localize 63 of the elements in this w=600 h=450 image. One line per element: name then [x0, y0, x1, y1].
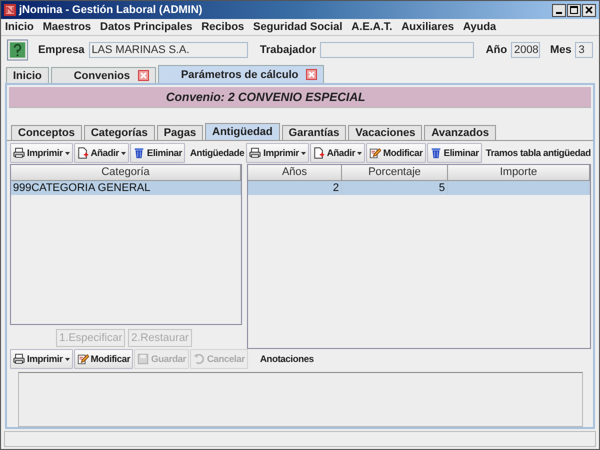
trash-icon — [430, 147, 442, 160]
column-header[interactable]: Categoría — [11, 164, 241, 181]
tab[interactable]: Categorías — [84, 125, 155, 140]
field-label: Trabajador — [260, 44, 316, 56]
tab[interactable]: Avanzados — [424, 125, 496, 140]
field-label: Año — [486, 44, 508, 56]
field-label: Empresa — [38, 44, 85, 56]
company-field[interactable]: LAS MARINAS S.A. — [88, 42, 248, 58]
menu-item[interactable]: A.E.A.T. — [351, 21, 392, 33]
trash-icon — [132, 147, 145, 160]
window-title: jNomina - Gestión Laboral (ADMIN) — [19, 4, 202, 16]
add-button[interactable]: Añadir — [310, 143, 366, 164]
year-field[interactable]: 2008 — [511, 42, 540, 58]
notes-field[interactable] — [18, 372, 583, 428]
app-icon — [4, 4, 16, 16]
print-button[interactable]: Imprimir — [10, 143, 73, 164]
edit-button[interactable]: Modificar — [366, 143, 426, 164]
tab[interactable]: Conceptos — [11, 125, 82, 140]
undo-arrow-icon — [193, 353, 205, 366]
table-cell: 2 — [248, 180, 342, 195]
menu-item[interactable]: Maestros — [42, 21, 92, 33]
menu-item[interactable]: Inicio — [5, 21, 34, 33]
printer-icon — [249, 147, 262, 160]
field-label: Mes — [550, 44, 572, 56]
section-label: Tramos tabla antigüedad — [486, 148, 591, 159]
minimize-icon[interactable] — [552, 4, 566, 16]
agreement-title: Convenio: 2 CONVENIO ESPECIAL — [166, 90, 366, 104]
month-field[interactable]: 3 — [575, 42, 593, 58]
pencil-icon — [76, 353, 89, 366]
menu-item[interactable]: Datos Principales — [100, 21, 192, 33]
table-cell: 999CATEGORIA GENERAL — [11, 180, 241, 195]
tab[interactable]: Antigüedad — [205, 123, 280, 140]
menu-item[interactable]: Recibos — [201, 21, 244, 33]
table-cell: 5 — [342, 180, 448, 195]
document-tab[interactable]: Parámetros de cálculo — [158, 65, 324, 83]
maximize-icon[interactable] — [567, 4, 581, 16]
document-tab[interactable]: Inicio — [6, 67, 49, 83]
delete-button[interactable]: Eliminar — [130, 143, 185, 164]
new-document-icon — [76, 147, 89, 160]
printer-icon — [13, 353, 25, 366]
menu-item[interactable]: Seguridad Social — [253, 21, 342, 33]
tab[interactable]: Vacaciones — [348, 125, 422, 140]
section-label: Anotaciones — [260, 354, 314, 365]
menu-item[interactable]: Ayuda — [462, 21, 496, 33]
tab[interactable]: Garantías — [282, 125, 346, 140]
new-document-icon — [312, 147, 325, 160]
edit-button[interactable]: Modificar — [74, 349, 134, 370]
column-header[interactable]: Porcentaje — [342, 164, 448, 181]
tab[interactable]: Pagas — [156, 125, 204, 140]
print-button[interactable]: Imprimir — [10, 349, 73, 370]
print-button[interactable]: Imprimir — [246, 143, 309, 164]
menu-item[interactable]: Auxiliares — [401, 21, 454, 33]
column-header[interactable]: Importe — [448, 164, 590, 181]
printer-icon — [13, 147, 25, 160]
document-tab[interactable]: Convenios — [50, 67, 156, 83]
column-header[interactable]: Años — [248, 164, 342, 181]
worker-field[interactable] — [320, 42, 474, 58]
close-icon[interactable] — [582, 4, 596, 16]
help-icon[interactable] — [7, 39, 28, 61]
delete-button[interactable]: Eliminar — [426, 143, 482, 164]
section-label: Antigüedade — [190, 148, 244, 159]
add-button[interactable]: Añadir — [74, 143, 129, 164]
pencil-icon — [369, 147, 382, 160]
